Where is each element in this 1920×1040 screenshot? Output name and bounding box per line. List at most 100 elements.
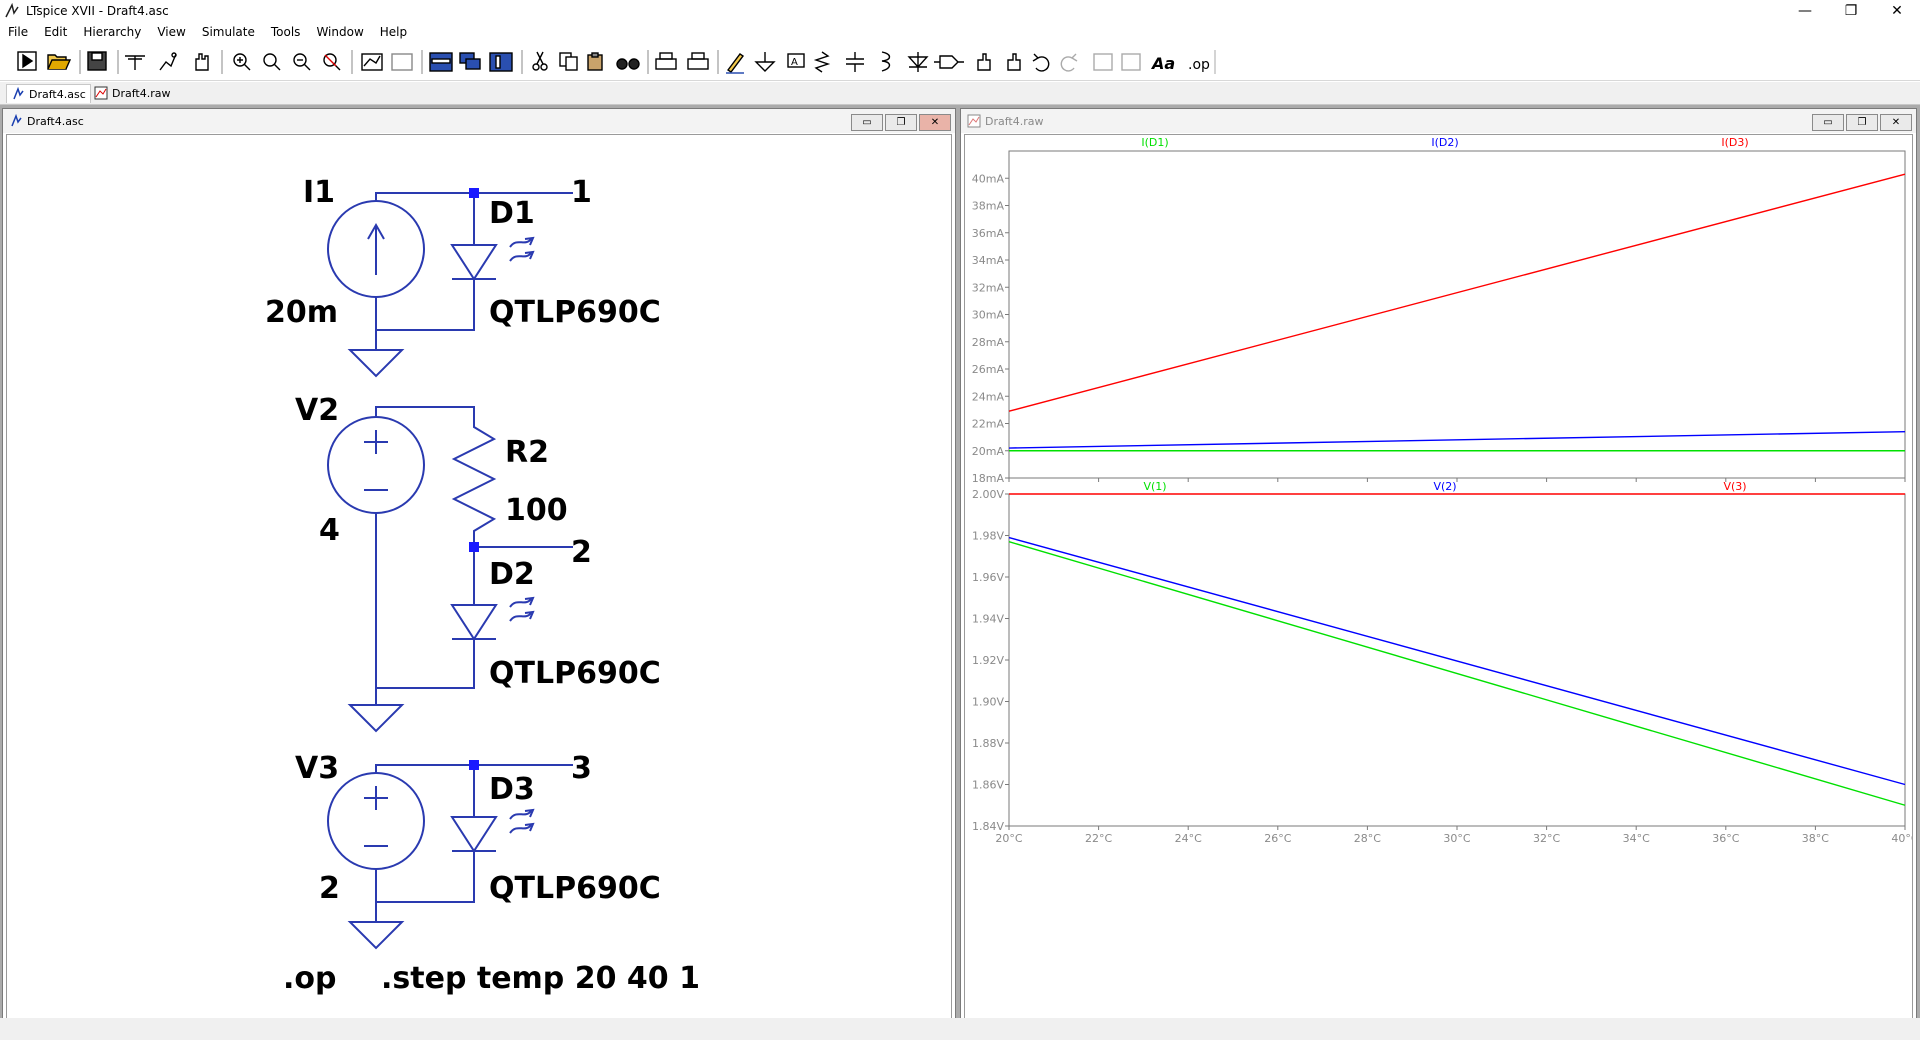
rotate-icon[interactable]: [977, 53, 991, 71]
waveform-window-controls: ▭ ❐ ✕: [1812, 114, 1912, 131]
window-controls: — ❐ ✕: [1782, 0, 1920, 22]
resistor-r2[interactable]: [451, 417, 497, 547]
pan-hand-icon[interactable]: [195, 53, 209, 71]
menu-hierarchy[interactable]: Hierarchy: [75, 25, 149, 39]
grid-icon[interactable]: [391, 53, 413, 71]
tile-horizontal-icon[interactable]: [429, 52, 453, 72]
halt-icon[interactable]: [159, 52, 177, 71]
menu-bar: File Edit Hierarchy View Simulate Tools …: [0, 22, 1920, 42]
restore-button[interactable]: ❐: [1828, 0, 1874, 22]
paste-icon[interactable]: [587, 52, 603, 71]
redo-icon[interactable]: [1060, 53, 1078, 72]
net-label-1[interactable]: 1: [571, 175, 592, 210]
tile-vertical-icon[interactable]: [489, 52, 513, 72]
schematic-canvas[interactable]: I1 20m D1 QTLP690C 1 V2 4 R2 100 D2 QTLP…: [6, 134, 952, 1021]
tab-draft4-asc[interactable]: Draft4.asc: [6, 84, 91, 103]
zoom-in-icon[interactable]: [233, 53, 251, 71]
run-icon[interactable]: [17, 51, 37, 71]
trace-label: I(D2): [1431, 136, 1458, 149]
menu-help[interactable]: Help: [372, 25, 415, 39]
document-tabs: Draft4.asc Draft4.raw: [0, 82, 1920, 105]
zoom-out-icon[interactable]: [293, 53, 311, 71]
op-tool-button[interactable]: .op: [1188, 57, 1210, 73]
resistor-icon[interactable]: [813, 51, 831, 73]
diode-icon[interactable]: [907, 52, 929, 72]
menu-window[interactable]: Window: [308, 25, 371, 39]
ground-symbol: [347, 704, 405, 733]
y-tick-label: 1.94V: [972, 613, 1004, 626]
current-source-i1[interactable]: [327, 200, 425, 298]
waveform-icon: [967, 114, 981, 128]
v3-name-label[interactable]: V3: [295, 751, 339, 786]
child-minimize-button[interactable]: ▭: [1812, 114, 1844, 131]
plot-frame: [1008, 493, 1906, 827]
zoom-full-icon[interactable]: [263, 53, 281, 71]
find-icon[interactable]: [616, 58, 640, 70]
schematic-window-titlebar[interactable]: Draft4.asc ▭ ❐ ✕: [3, 109, 955, 133]
v2-value-label[interactable]: 4: [319, 513, 340, 548]
led-d3[interactable]: [450, 808, 535, 853]
v2-name-label[interactable]: V2: [295, 393, 339, 428]
close-button[interactable]: ✕: [1874, 0, 1920, 22]
y-tick-label: 18mA: [972, 472, 1005, 485]
menu-tools[interactable]: Tools: [263, 25, 309, 39]
d3-name-label[interactable]: D3: [489, 772, 535, 807]
control-panel-icon[interactable]: [125, 55, 145, 70]
r2-name-label[interactable]: R2: [505, 435, 549, 470]
led-d2[interactable]: [450, 596, 535, 641]
y-tick-label: 26mA: [972, 363, 1005, 376]
menu-file[interactable]: File: [0, 25, 36, 39]
y-tick-label: 36mA: [972, 227, 1005, 240]
print-setup-icon[interactable]: [687, 52, 709, 70]
capacitor-icon[interactable]: [846, 52, 864, 72]
undo-icon[interactable]: [1032, 53, 1050, 72]
save-icon[interactable]: [87, 51, 107, 71]
net-label-2[interactable]: 2: [571, 535, 592, 570]
tab-draft4-raw[interactable]: Draft4.raw: [90, 84, 174, 102]
child-close-button[interactable]: ✕: [1880, 114, 1912, 131]
autorange-icon[interactable]: [361, 53, 383, 71]
net-label-3[interactable]: 3: [571, 751, 592, 786]
minimize-button[interactable]: —: [1782, 0, 1828, 22]
child-restore-button[interactable]: ❐: [885, 114, 917, 131]
waveform-canvas[interactable]: 18mA 20mA 22mA 24mA 26mA 28mA 30mA 32mA 34mA 36mA…: [964, 134, 1919, 1021]
draw-icon[interactable]: [1121, 53, 1141, 71]
text-tool-button[interactable]: Aa: [1150, 54, 1175, 73]
mirror-icon[interactable]: [1007, 53, 1021, 71]
voltage-source-v3[interactable]: [327, 772, 425, 870]
open-folder-icon[interactable]: [47, 54, 72, 70]
d3-model-label[interactable]: QTLP690C: [489, 871, 661, 906]
d2-model-label[interactable]: QTLP690C: [489, 656, 661, 691]
inductor-icon[interactable]: [881, 51, 891, 72]
step-directive[interactable]: .step temp 20 40 1: [381, 961, 700, 996]
v3-value-label[interactable]: 2: [319, 871, 340, 906]
menu-view[interactable]: View: [149, 25, 193, 39]
i1-name-label[interactable]: I1: [303, 175, 335, 210]
cut-icon[interactable]: [532, 51, 548, 71]
child-restore-button[interactable]: ❐: [1846, 114, 1878, 131]
menu-simulate[interactable]: Simulate: [194, 25, 263, 39]
print-icon[interactable]: [655, 52, 677, 70]
d2-name-label[interactable]: D2: [489, 557, 535, 592]
wire-pencil-icon[interactable]: [726, 53, 745, 74]
component-icon[interactable]: [934, 55, 964, 69]
d1-name-label[interactable]: D1: [489, 196, 535, 231]
menu-edit[interactable]: Edit: [36, 25, 75, 39]
r2-value-label[interactable]: 100: [505, 493, 568, 528]
label-net-icon[interactable]: A: [787, 53, 805, 68]
spice-directive-icon[interactable]: [1093, 53, 1113, 71]
y-tick-label: 30mA: [972, 309, 1005, 322]
child-close-button[interactable]: ✕: [919, 114, 951, 131]
copy-icon[interactable]: [559, 52, 578, 71]
ground-symbol: [347, 921, 405, 950]
i1-value-label[interactable]: 20m: [265, 295, 338, 330]
voltage-source-v2[interactable]: [327, 416, 425, 514]
waveform-window-titlebar[interactable]: Draft4.raw ▭ ❐ ✕: [961, 109, 1916, 133]
ground-icon[interactable]: [754, 52, 776, 72]
cascade-icon[interactable]: [459, 52, 481, 70]
zoom-cancel-icon[interactable]: [323, 53, 341, 71]
led-d1[interactable]: [450, 236, 535, 281]
child-minimize-button[interactable]: ▭: [851, 114, 883, 131]
d1-model-label[interactable]: QTLP690C: [489, 295, 661, 330]
op-directive[interactable]: .op: [283, 961, 336, 996]
